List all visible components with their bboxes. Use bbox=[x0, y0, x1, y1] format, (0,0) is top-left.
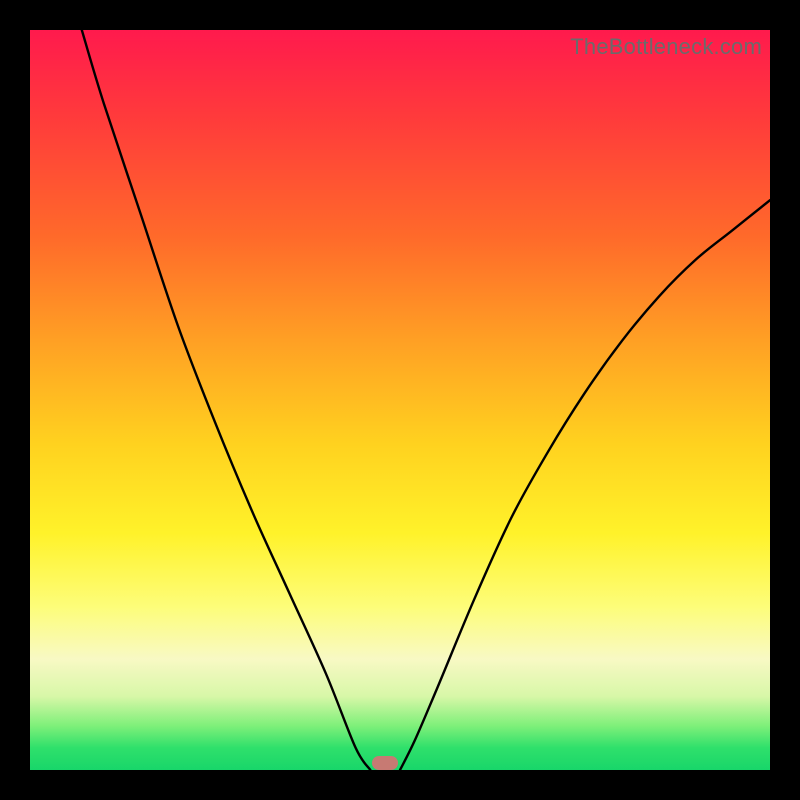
bottleneck-marker bbox=[372, 756, 398, 770]
curve-right-branch bbox=[400, 200, 770, 770]
curve-layer bbox=[30, 30, 770, 770]
curve-left-branch bbox=[82, 30, 371, 770]
plot-area: TheBottleneck.com bbox=[30, 30, 770, 770]
chart-frame: TheBottleneck.com bbox=[0, 0, 800, 800]
